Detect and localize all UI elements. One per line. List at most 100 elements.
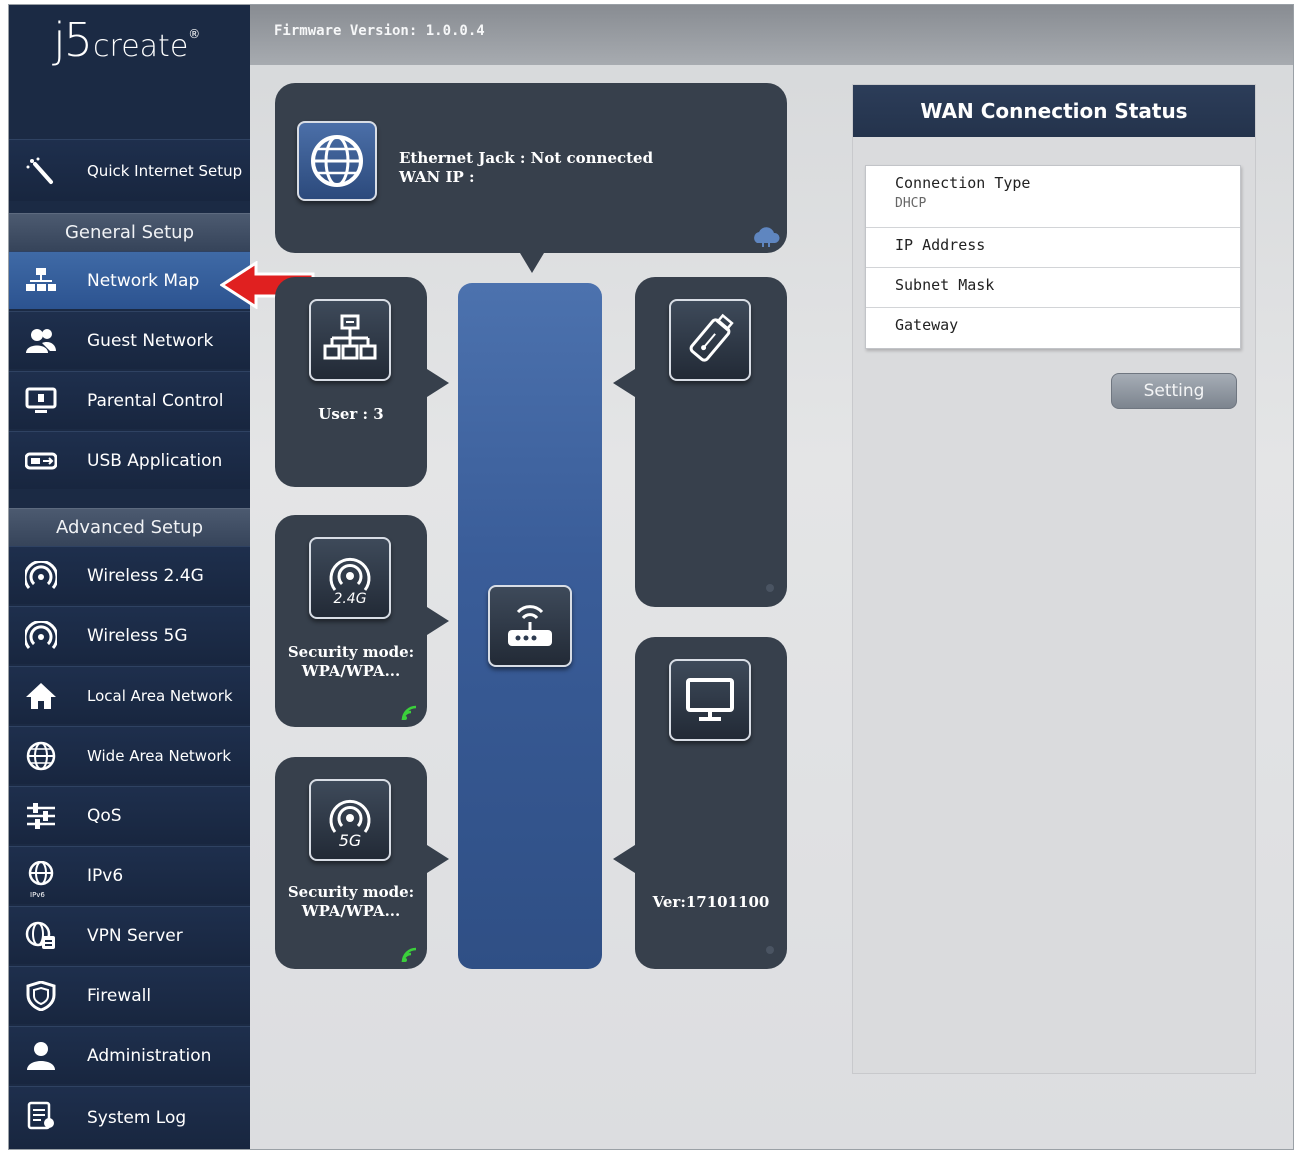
- usb-drive-icon: [23, 446, 59, 476]
- firmware-build-version: Ver:17101100: [652, 893, 770, 911]
- device-tile[interactable]: [669, 659, 751, 741]
- security-mode-value: WPA/WPA...: [301, 902, 401, 920]
- sidebar-item-label: Administration: [87, 1045, 212, 1066]
- user-count: User : 3: [318, 405, 384, 423]
- wireless-5g-tile[interactable]: 5G: [309, 779, 391, 861]
- sidebar-item-label: Firewall: [87, 985, 152, 1006]
- sidebar-item-wireless-5g[interactable]: Wireless 5G: [9, 606, 250, 664]
- signal-icon: [401, 947, 417, 963]
- general-setup-header: General Setup: [9, 213, 250, 251]
- wan-status-title: WAN Connection Status: [853, 85, 1255, 137]
- router-tile[interactable]: [488, 585, 572, 667]
- internet-globe-tile[interactable]: [297, 121, 377, 201]
- usb-tile[interactable]: [669, 299, 751, 381]
- sidebar-item-label: USB Application: [87, 450, 223, 471]
- sidebar-item-network-map[interactable]: Network Map: [9, 251, 250, 309]
- wan-status-panel: WAN Connection Status Connection Type DH…: [852, 84, 1256, 1074]
- ipv6-globe-icon: [23, 861, 59, 891]
- wireless-24g-tile[interactable]: 2.4G: [309, 537, 391, 619]
- ethernet-jack-status: Ethernet Jack : Not connected: [399, 149, 654, 167]
- router-icon: [508, 605, 552, 646]
- admin-user-icon: [23, 1041, 59, 1071]
- guest-users-icon: [23, 326, 59, 356]
- cloud-icon: [754, 227, 780, 247]
- security-mode-value: WPA/WPA...: [301, 662, 401, 680]
- setting-button[interactable]: Setting: [1111, 373, 1237, 409]
- internet-pointer: [520, 253, 544, 273]
- internet-status: Ethernet Jack : Not connected WAN IP :: [399, 149, 653, 187]
- device-panel[interactable]: Ver:17101100: [635, 637, 787, 969]
- sidebar-item-parental-control[interactable]: Parental Control: [9, 371, 250, 429]
- network-map-icon: [323, 314, 377, 360]
- security-mode-label: Security mode:: [287, 643, 415, 661]
- sidebar-item-label: Quick Internet Setup: [87, 161, 243, 180]
- sidebar-item-label: Network Map: [87, 270, 200, 291]
- j5create-logo: j5create®: [53, 13, 200, 67]
- wan-row-connection-type: Connection Type DHCP: [866, 166, 1240, 228]
- clients-panel[interactable]: User : 3: [275, 277, 427, 487]
- sidebar-item-ipv6[interactable]: IPv6 IPv6: [9, 846, 250, 904]
- device-pointer: [613, 845, 635, 873]
- router-admin-window: j5create® Quick Internet Setup General S…: [8, 4, 1294, 1150]
- wireless-5g-security: Security mode: WPA/WPA...: [275, 883, 427, 921]
- wan-ip-label: WAN IP :: [399, 168, 475, 186]
- sidebar-item-local-area-network[interactable]: Local Area Network: [9, 666, 250, 724]
- wan-row-label: Gateway: [895, 316, 959, 334]
- wan-row-label: Connection Type: [895, 174, 1031, 192]
- sidebar-item-wireless-24g[interactable]: Wireless 2.4G: [9, 546, 250, 604]
- sidebar-item-label: Wireless 5G: [87, 625, 188, 646]
- wireless-24g-panel[interactable]: 2.4G Security mode: WPA/WPA...: [275, 515, 427, 727]
- qos-sliders-icon: [23, 801, 59, 831]
- sidebar-item-label: Parental Control: [87, 390, 224, 411]
- sidebar-item-label: QoS: [87, 805, 122, 826]
- log-document-icon: [23, 1101, 59, 1131]
- wireless-5g-panel[interactable]: 5G Security mode: WPA/WPA...: [275, 757, 427, 969]
- sidebar-item-label: IPv6: [87, 865, 124, 886]
- usb-panel[interactable]: [635, 277, 787, 607]
- signal-icon: [401, 705, 417, 721]
- sidebar-item-label: Wide Area Network: [87, 746, 232, 765]
- sidebar-item-vpn-server[interactable]: VPN Server: [9, 906, 250, 964]
- sidebar-item-guest-network[interactable]: Guest Network: [9, 311, 250, 369]
- sidebar-item-label: Guest Network: [87, 330, 214, 351]
- sidebar: j5create® Quick Internet Setup General S…: [9, 5, 250, 1149]
- logo-tail-text: create: [93, 29, 189, 64]
- network-map-icon: [23, 266, 59, 296]
- sidebar-item-label: System Log: [87, 1108, 187, 1128]
- band-badge: 5G: [338, 831, 362, 850]
- wireless-24g-security: Security mode: WPA/WPA...: [275, 643, 427, 681]
- sidebar-item-qos[interactable]: QoS: [9, 786, 250, 844]
- status-dot-icon: [766, 584, 774, 592]
- usb-drive-icon: [689, 313, 734, 362]
- wireless-24g-pointer: [427, 607, 449, 635]
- sidebar-item-system-log[interactable]: System Log: [9, 1086, 250, 1149]
- vpn-server-icon: [23, 921, 59, 951]
- home-icon: [23, 681, 59, 711]
- wan-status-table: Connection Type DHCP IP Address Subnet M…: [865, 165, 1241, 349]
- clients-pointer: [427, 369, 449, 397]
- firmware-version: Firmware Version: 1.0.0.4: [274, 23, 485, 39]
- ipv6-icon-caption: IPv6: [30, 891, 45, 899]
- wan-row-ip-address: IP Address: [866, 228, 1240, 268]
- wan-row-label: Subnet Mask: [895, 276, 995, 294]
- monitor-icon: [686, 678, 734, 721]
- sidebar-item-administration[interactable]: Administration: [9, 1026, 250, 1084]
- globe-icon: [23, 741, 59, 771]
- advanced-setup-header: Advanced Setup: [9, 508, 250, 546]
- wireless-5g-pointer: [427, 845, 449, 873]
- internet-panel[interactable]: Ethernet Jack : Not connected WAN IP :: [275, 83, 787, 253]
- magic-wand-icon: [23, 156, 59, 186]
- sidebar-item-quick-setup[interactable]: Quick Internet Setup: [9, 139, 250, 201]
- logo-main-text: j5: [53, 13, 93, 67]
- wan-row-subnet-mask: Subnet Mask: [866, 268, 1240, 308]
- wireless-icon: [23, 561, 59, 591]
- clients-tile[interactable]: [309, 299, 391, 381]
- sidebar-item-wide-area-network[interactable]: Wide Area Network: [9, 726, 250, 784]
- sidebar-item-firewall[interactable]: Firewall: [9, 966, 250, 1024]
- shield-icon: [23, 981, 59, 1011]
- security-mode-label: Security mode:: [287, 883, 415, 901]
- logo-mark: ®: [188, 27, 201, 41]
- sidebar-item-usb-application[interactable]: USB Application: [9, 431, 250, 489]
- parental-control-icon: [23, 386, 59, 416]
- wireless-icon: [23, 621, 59, 651]
